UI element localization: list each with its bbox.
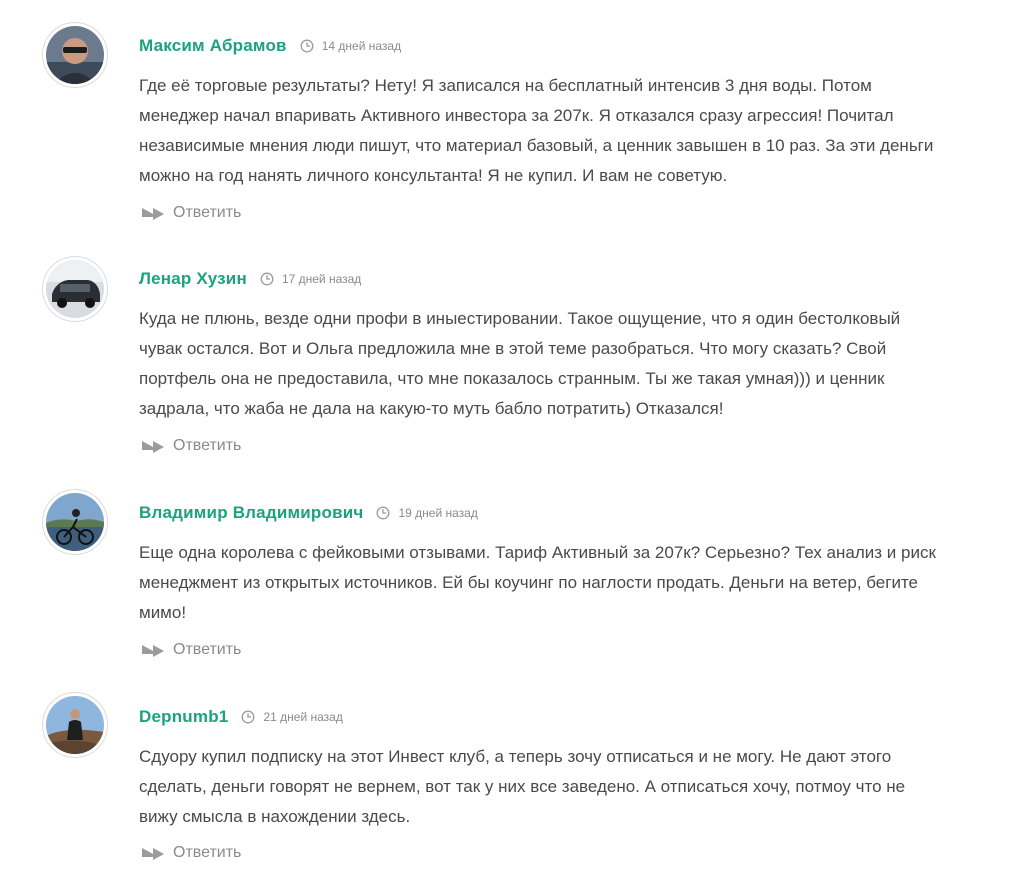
comment-text-line: сделать, деньги говорят не вернем, вот т…: [139, 777, 906, 796]
clock-icon: [260, 272, 274, 286]
comment-text-line: Куда не плюнь, везде одни профи в иныест…: [139, 309, 901, 328]
comment-time-label: 17 дней назад: [281, 272, 362, 286]
reply-arrow-icon: [142, 441, 164, 453]
reply-button[interactable]: Ответить: [141, 437, 241, 455]
comment-meta: Владимир Владимирович 19 дней назад: [139, 501, 478, 525]
comment-text-line: чувак остался. Вот и Ольга предложила мн…: [139, 339, 887, 358]
comment-text-line: менеджер начал впаривать Активного инвес…: [139, 106, 894, 125]
comment-meta: Максим Абрамов 14 дней назад: [139, 34, 401, 58]
comment-text-line: Еще одна королева с фейковыми отзывами. …: [139, 543, 936, 562]
reply-label: Ответить: [173, 844, 242, 861]
avatar-image: [46, 26, 104, 84]
avatar[interactable]: [42, 692, 108, 758]
reply-label: Ответить: [173, 437, 242, 454]
comment-time-label: 19 дней назад: [398, 506, 478, 520]
comment-author[interactable]: Depnumb1: [139, 707, 228, 727]
clock-icon: [300, 39, 314, 53]
comment-text-line: Сдуору купил подписку на этот Инвест клу…: [139, 747, 892, 766]
reply-label: Ответить: [173, 641, 242, 658]
avatar[interactable]: [42, 256, 108, 322]
comment-text-line: портфель она не предоставила, что мне по…: [139, 369, 885, 388]
reply-button[interactable]: Ответить: [141, 204, 241, 222]
comment-text-line: мимо!: [139, 603, 187, 622]
comment-text-line: задрала, что жаба не дала на какую-то му…: [139, 399, 724, 418]
comment-text-line: независимые мнения люди пишут, что матер…: [139, 136, 934, 155]
comment-author[interactable]: Владимир Владимирович: [139, 503, 363, 523]
comment-text: Сдуору купил подписку на этот Инвест клу…: [139, 742, 979, 832]
clock-icon: [377, 506, 390, 520]
comment-text-line: Где её торговые результаты? Нету! Я запи…: [139, 76, 872, 95]
clock-icon: [242, 710, 255, 724]
avatar[interactable]: [42, 489, 108, 555]
reply-arrow-icon: [142, 645, 164, 657]
comment-text-line: можно на год нанять личного консультанта…: [139, 166, 728, 185]
comment-author[interactable]: Максим Абрамов: [139, 36, 287, 56]
comment-time-label: 14 дней назад: [321, 39, 402, 53]
comment-time[interactable]: 14 дней назад: [300, 39, 401, 53]
reply-arrow-icon: [142, 208, 164, 220]
comment-text: Где её торговые результаты? Нету! Я запи…: [139, 71, 979, 191]
avatar-image: [46, 260, 104, 318]
comment-time[interactable]: 19 дней назад: [376, 506, 478, 520]
comment-text: Еще одна королева с фейковыми отзывами. …: [139, 538, 979, 628]
comment-meta: Ленар Хузин 17 дней назад: [139, 267, 361, 291]
avatar-image: [46, 493, 104, 551]
comment-time[interactable]: 21 дней назад: [241, 710, 343, 724]
reply-button[interactable]: Ответить: [141, 641, 241, 659]
comment-meta: Depnumb1 21 дней назад: [139, 705, 343, 729]
reply-button[interactable]: Ответить: [141, 844, 241, 862]
comment-text-line: вижу смысла в нахождении здесь.: [139, 807, 411, 826]
reply-label: Ответить: [173, 204, 242, 221]
avatar[interactable]: [42, 22, 108, 88]
comment-author[interactable]: Ленар Хузин: [139, 269, 247, 289]
reply-arrow-icon: [142, 848, 164, 860]
comment-text: Куда не плюнь, везде одни профи в иныест…: [139, 304, 979, 424]
comment-time-label: 21 дней назад: [263, 710, 343, 724]
avatar-image: [46, 696, 104, 754]
comment-time[interactable]: 17 дней назад: [260, 272, 361, 286]
comment-text-line: менеджмент из открытых источников. Ей бы…: [139, 573, 919, 592]
